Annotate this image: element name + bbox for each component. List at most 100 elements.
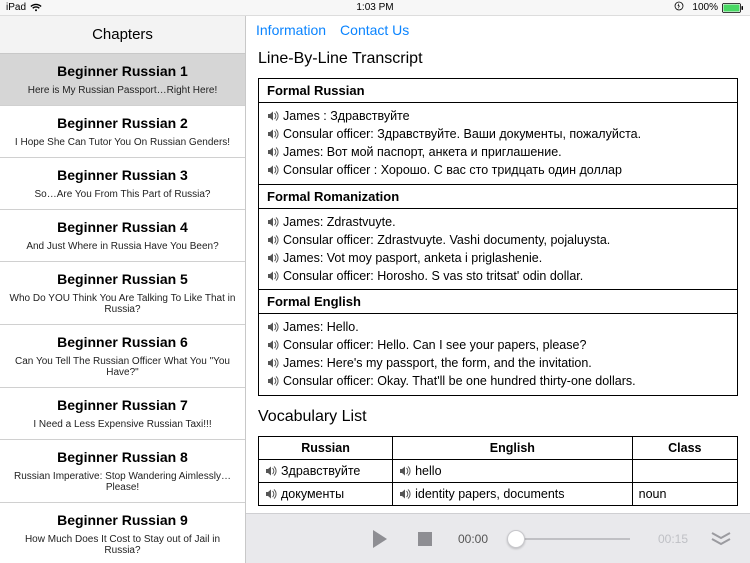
vocab-row: Здравствуйтеhello [259,459,738,482]
vocab-cell-english: hello [393,459,633,482]
chapter-title: Beginner Russian 6 [8,334,237,350]
transcript-line-text: James: Вот мой паспорт, анкета и приглаш… [283,143,562,161]
speaker-icon[interactable] [265,465,277,477]
transcript-line-text: Consular officer: Horosho. S vas sto tri… [283,267,583,285]
sidebar: Chapters Beginner Russian 1Here is My Ru… [0,16,246,563]
chapter-item[interactable]: Beginner Russian 9 How Much Does It Cost … [0,503,245,563]
chapter-title: Beginner Russian 1 [8,63,237,79]
content-area: Line-By-Line Transcript Formal RussianJa… [246,42,750,513]
vocab-table: Russian English Class Здравствуйтеhelloд… [258,436,738,506]
vocab-row: документыidentity papers, documentsnoun [259,482,738,505]
charging-icon [674,1,688,14]
status-left: iPad [6,2,42,13]
speaker-icon[interactable] [267,216,279,228]
transcript-line: Consular officer: Okay. That'll be one h… [267,372,729,390]
battery-pct: 100% [692,2,718,13]
transcript-section-header: Formal Russian [259,79,737,103]
status-time: 1:03 PM [356,2,393,13]
transcript-line: James: Вот мой паспорт, анкета и приглаш… [267,143,729,161]
tab-bar: Information Contact Us [246,16,750,42]
chapter-item[interactable]: Beginner Russian 5Who Do YOU Think You A… [0,262,245,325]
time-total: 00:15 [658,532,688,546]
chapter-subtitle: So…Are You From This Part of Russia? [8,189,237,200]
vocab-cell-russian: документы [259,482,393,505]
speaker-icon[interactable] [267,146,279,158]
transcript-section-body: James: Zdrastvuyte.Consular officer: Zdr… [259,209,737,290]
speaker-icon[interactable] [267,270,279,282]
transcript-line: James: Vot moy pasport, anketa i priglas… [267,249,729,267]
speaker-icon[interactable] [265,488,277,500]
transcript-line-text: James : Здравствуйте [283,107,410,125]
chapter-item[interactable]: Beginner Russian 8 Russian Imperative: St… [0,440,245,503]
transcript-line-text: James: Hello. [283,318,359,336]
vocab-heading: Vocabulary List [258,408,738,426]
collapse-icon[interactable] [710,530,732,548]
transcript-line: Consular officer : Хорошо. С вас сто три… [267,161,729,179]
chapter-title: Beginner Russian 7 [8,397,237,413]
chapter-item[interactable]: Beginner Russian 6 Can You Tell The Russi… [0,325,245,388]
vocab-header-class: Class [632,436,737,459]
transcript-line: Consular officer: Horosho. S vas sto tri… [267,267,729,285]
speaker-icon[interactable] [267,375,279,387]
chapter-subtitle: Russian Imperative: Stop Wandering Aimle… [8,471,237,493]
transcript-line: Consular officer: Здравствуйте. Ваши док… [267,125,729,143]
transcript-section-body: James: Hello.Consular officer: Hello. Ca… [259,314,737,395]
speaker-icon[interactable] [267,164,279,176]
speaker-icon[interactable] [267,252,279,264]
transcript-line: Consular officer: Hello. Can I see your … [267,336,729,354]
chapter-list: Beginner Russian 1 Here is My Russian Pas… [0,54,245,563]
speaker-icon[interactable] [399,488,411,500]
speaker-icon[interactable] [399,465,411,477]
vocab-header-english: English [393,436,633,459]
speaker-icon[interactable] [267,357,279,369]
stop-button[interactable] [414,528,436,550]
speaker-icon[interactable] [267,339,279,351]
speaker-icon[interactable] [267,128,279,140]
status-right: 100% [674,1,744,14]
chapter-item[interactable]: Beginner Russian 7I Need a Less Expensiv… [0,388,245,440]
chapter-title: Beginner Russian 3 [8,167,237,183]
time-current: 00:00 [458,532,488,546]
transcript-line-text: Consular officer: Okay. That'll be one h… [283,372,636,390]
play-button[interactable] [366,526,392,552]
chapter-item[interactable]: Beginner Russian 1 Here is My Russian Pas… [0,54,245,106]
chapter-title: Beginner Russian 8 [8,449,237,465]
chapter-subtitle: And Just Where in Russia Have You Been? [8,241,237,252]
chapter-item[interactable]: Beginner Russian 2 I Hope She Can Tutor Y… [0,106,245,158]
seek-knob[interactable] [507,530,525,548]
transcript-section-header: Formal Romanization [259,184,737,209]
battery-icon [722,3,744,13]
chapter-subtitle: Can You Tell The Russian Officer What Yo… [8,356,237,378]
transcript-line-text: James: Zdrastvuyte. [283,213,396,231]
wifi-icon [30,3,42,12]
transcript-section-body: James : ЗдравствуйтеConsular officer: Зд… [259,103,737,184]
tab-contact-us[interactable]: Contact Us [340,22,409,38]
transcript-box: Formal RussianJames : ЗдравствуйтеConsul… [258,78,738,396]
device-label: iPad [6,2,26,13]
speaker-icon[interactable] [267,110,279,122]
chapter-title: Beginner Russian 9 [8,512,237,528]
chapter-title: Beginner Russian 4 [8,219,237,235]
transcript-line-text: Consular officer: Hello. Can I see your … [283,336,586,354]
chapter-item[interactable]: Beginner Russian 4 And Just Where in Russ… [0,210,245,262]
transcript-line-text: James: Here's my passport, the form, and… [283,354,592,372]
vocab-cell-english: identity papers, documents [393,482,633,505]
tab-information[interactable]: Information [256,22,326,38]
seek-slider[interactable] [516,538,630,540]
transcript-line: Consular officer: Zdrastvuyte. Vashi doc… [267,231,729,249]
transcript-line-text: Consular officer: Здравствуйте. Ваши док… [283,125,641,143]
chapter-subtitle: How Much Does It Cost to Stay out of Jai… [8,534,237,556]
chapter-item[interactable]: Beginner Russian 3 So…Are You From This P… [0,158,245,210]
transcript-section-header: Formal English [259,289,737,314]
chapter-subtitle: I Hope She Can Tutor You On Russian Gend… [8,137,237,148]
transcript-line: James: Zdrastvuyte. [267,213,729,231]
transcript-line: James: Hello. [267,318,729,336]
transcript-heading: Line-By-Line Transcript [258,50,738,68]
status-bar: iPad 1:03 PM 100% [0,0,750,16]
speaker-icon[interactable] [267,321,279,333]
chapter-subtitle: Here is My Russian Passport…Right Here! [8,85,237,96]
chapter-title: Beginner Russian 2 [8,115,237,131]
vocab-header-row: Russian English Class [259,436,738,459]
vocab-cell-class: noun [632,482,737,505]
speaker-icon[interactable] [267,234,279,246]
